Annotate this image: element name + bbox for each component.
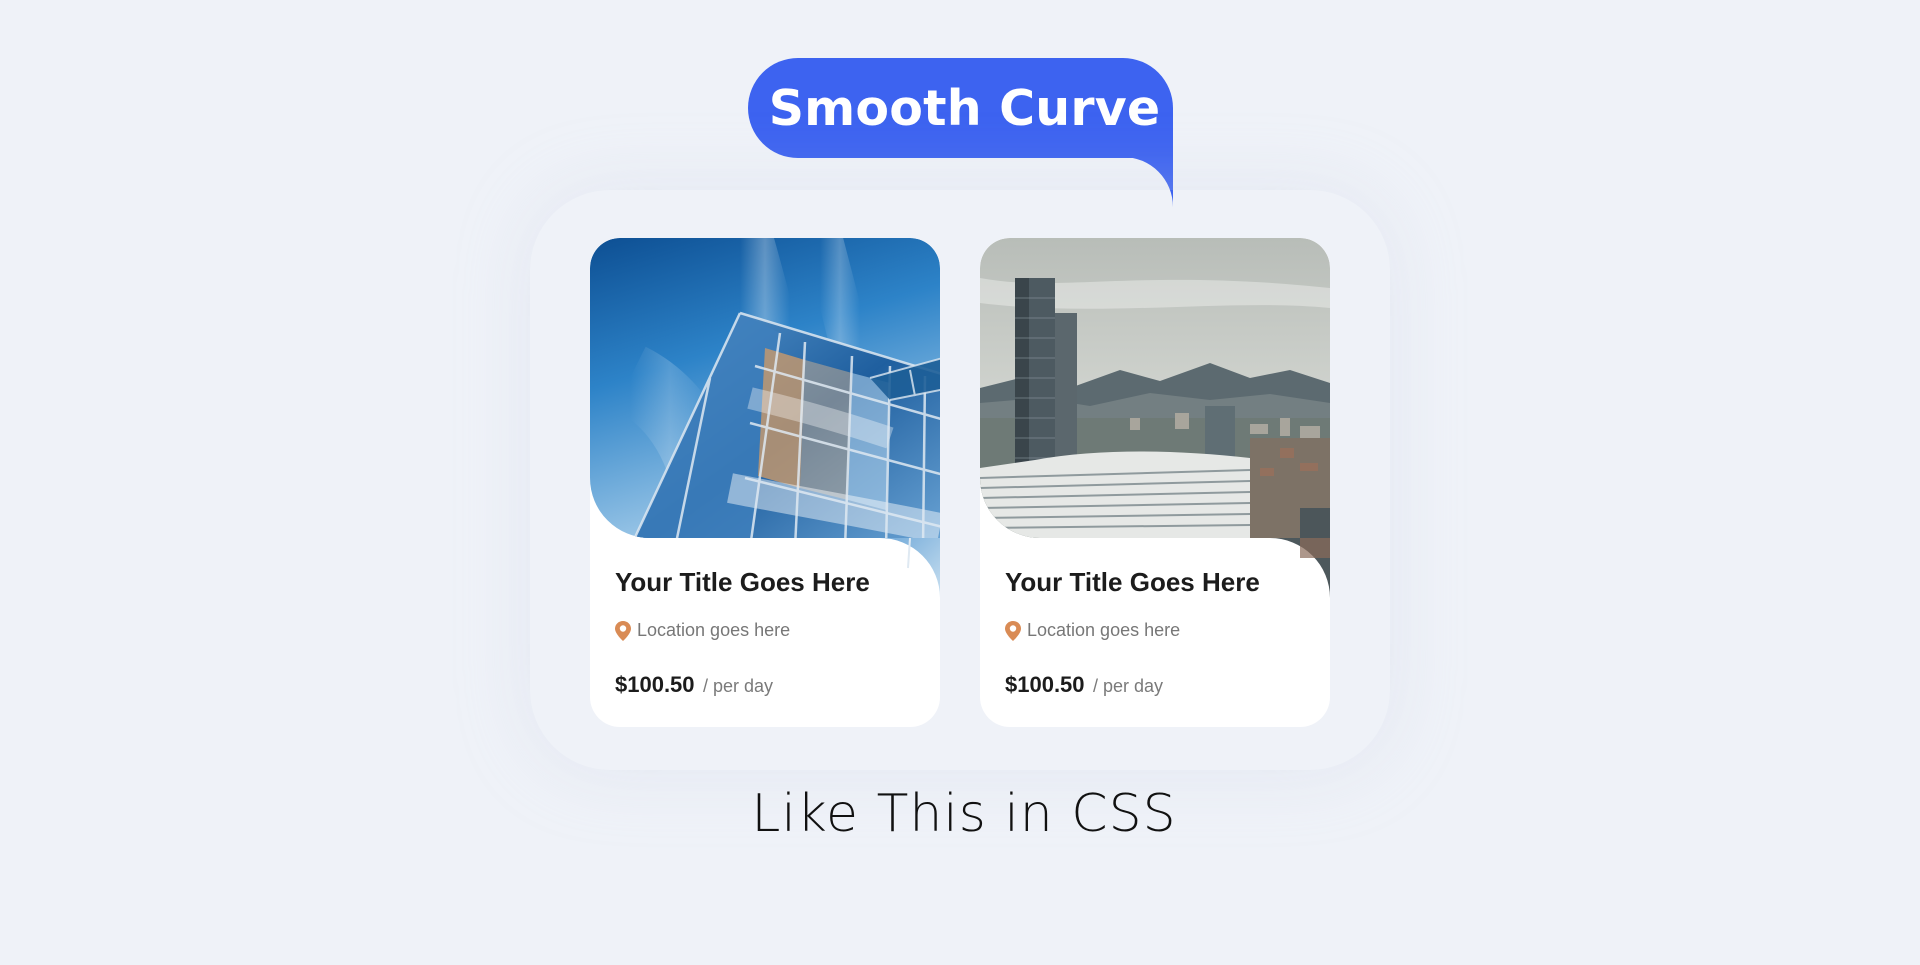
card-title: Your Title Goes Here	[615, 567, 870, 597]
card-location: Location goes here	[615, 620, 790, 641]
location-text: Location goes here	[1027, 620, 1181, 640]
map-pin-icon	[1005, 620, 1021, 641]
badge-label: Smooth Curve	[768, 79, 1161, 137]
property-card[interactable]	[980, 238, 1330, 727]
page-caption: Like This in CSS	[751, 784, 1177, 844]
glass-building-photo	[590, 238, 940, 538]
price-unit: / per day	[1092, 676, 1164, 696]
photo-curve-extension	[880, 538, 940, 598]
card-price: $100.50 / per day	[615, 672, 773, 698]
card-price: $100.50 / per day	[1005, 672, 1163, 698]
location-text: Location goes here	[637, 620, 791, 640]
card-title: Your Title Goes Here	[1005, 567, 1260, 597]
card-location: Location goes here	[1005, 620, 1180, 641]
smooth-curve-badge: Smooth Curve	[748, 58, 1173, 158]
price-unit: / per day	[702, 676, 774, 696]
property-card[interactable]	[590, 238, 940, 727]
price-value: $100.50	[1005, 672, 1085, 697]
page: Smooth Curve Your Title Goes Here Locati…	[0, 0, 1920, 965]
city-skyline-photo	[980, 238, 1330, 538]
price-value: $100.50	[615, 672, 695, 697]
map-pin-icon	[615, 620, 631, 641]
photo-curve-extension	[1270, 538, 1330, 598]
